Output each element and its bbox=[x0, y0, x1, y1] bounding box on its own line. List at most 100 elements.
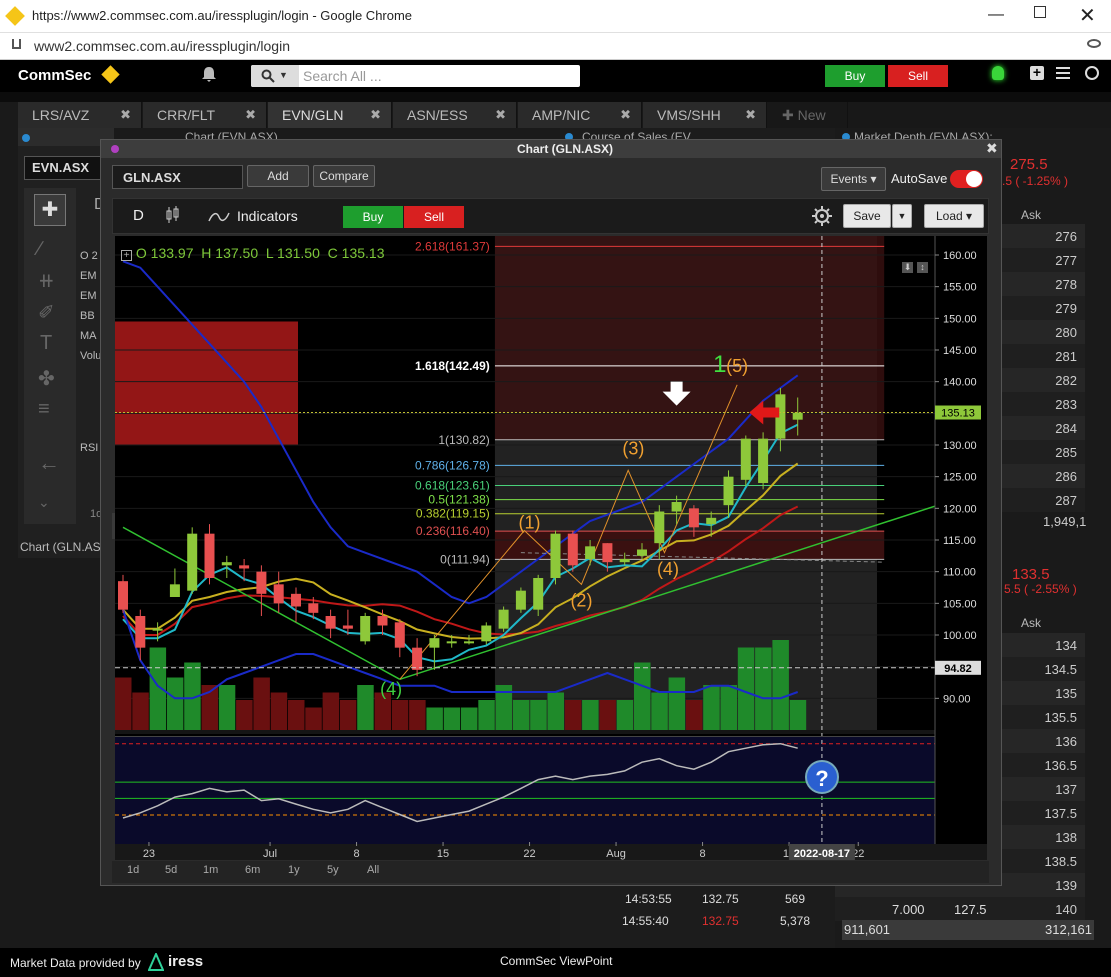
timeframe-1y[interactable]: 1y bbox=[288, 864, 300, 876]
ohlc-toggle-icon[interactable]: + bbox=[121, 250, 132, 261]
chart-buy-button[interactable]: Buy bbox=[343, 206, 403, 228]
close-window-button[interactable]: ✕ bbox=[1079, 3, 1096, 28]
tab-amp-nic[interactable]: AMP/NIC ✖ bbox=[518, 102, 642, 128]
bell-icon[interactable] bbox=[201, 66, 217, 83]
events-dropdown[interactable]: Events ▾ bbox=[821, 167, 886, 191]
candle-body bbox=[723, 476, 734, 506]
add-icon[interactable]: + bbox=[1030, 65, 1044, 80]
crosshair-tool-icon[interactable]: ✚ bbox=[34, 194, 66, 226]
close-icon[interactable]: ✖ bbox=[120, 102, 131, 128]
brush-tool-icon[interactable]: ✐ bbox=[38, 300, 55, 325]
md-bottom-last-row: 7.000 127.5 bbox=[842, 898, 1082, 920]
candle-body bbox=[135, 616, 146, 648]
commsec-diamond-icon bbox=[101, 65, 120, 84]
load-dropdown[interactable]: Load ▾ bbox=[924, 204, 984, 228]
toggle-knob bbox=[966, 171, 982, 187]
period-selector[interactable]: D bbox=[133, 207, 144, 224]
fib-label: 0.618(123.61) bbox=[415, 478, 490, 492]
tab-evn-gln[interactable]: EVN/GLN ✖ bbox=[268, 102, 392, 128]
save-button[interactable]: Save bbox=[843, 204, 891, 228]
candle-body bbox=[429, 638, 440, 648]
line-tool-icon[interactable]: ∕ bbox=[38, 238, 41, 261]
help-icon[interactable]: ? bbox=[805, 760, 839, 794]
search-type-dropdown[interactable] bbox=[251, 65, 299, 87]
pin-icon[interactable]: ↕ bbox=[917, 262, 928, 273]
candle-body bbox=[412, 647, 423, 670]
y-tick-label: 145.00 bbox=[943, 345, 977, 357]
ask-price: 136 bbox=[1055, 734, 1077, 749]
left-symbol[interactable]: EVN.ASX bbox=[32, 160, 89, 175]
candle-body bbox=[688, 508, 699, 528]
close-icon[interactable]: ✖ bbox=[245, 102, 256, 128]
candle-body bbox=[515, 590, 526, 610]
lightbulb-icon[interactable] bbox=[992, 66, 1004, 80]
search-input[interactable]: Search All ... bbox=[303, 68, 382, 84]
x-tick-label: 8 bbox=[699, 848, 705, 860]
volume-bar bbox=[634, 662, 651, 730]
ask-price: 134.5 bbox=[1044, 662, 1077, 677]
timeframe-5y[interactable]: 5y bbox=[327, 864, 339, 876]
y-tick-label: 160.00 bbox=[943, 250, 977, 262]
left-chart-tab-label[interactable]: Chart (GLN.ASX) bbox=[20, 540, 113, 554]
tab-asn-ess[interactable]: ASN/ESS ✖ bbox=[393, 102, 517, 128]
close-icon[interactable]: ✖ bbox=[745, 102, 756, 128]
top-buy-button[interactable]: Buy bbox=[825, 65, 885, 87]
new-tab-button[interactable]: ✚ New bbox=[768, 102, 848, 128]
candle-body bbox=[792, 412, 803, 420]
fib-tool-icon[interactable]: ⧺ bbox=[38, 268, 55, 293]
chevron-down-icon[interactable]: ⌄ bbox=[38, 494, 50, 511]
maximize-button[interactable] bbox=[1034, 6, 1046, 18]
close-icon[interactable]: ✖ bbox=[495, 102, 506, 128]
measure-tool-icon[interactable]: ≡ bbox=[38, 398, 50, 421]
ask-price: 138.5 bbox=[1044, 854, 1077, 869]
search-box[interactable]: ▼ Search All ... bbox=[251, 65, 580, 87]
volume-bar bbox=[564, 700, 582, 730]
indicators-button[interactable]: Indicators bbox=[237, 208, 298, 224]
autosave-toggle[interactable] bbox=[950, 170, 983, 188]
close-icon[interactable]: ✖ bbox=[620, 102, 631, 128]
chart-symbol-input[interactable]: GLN.ASX bbox=[112, 165, 243, 189]
wave-label: (5) bbox=[726, 356, 748, 376]
tab-lrs-avz[interactable]: LRS/AVZ ✖ bbox=[18, 102, 142, 128]
power-icon[interactable] bbox=[1085, 66, 1099, 80]
eye-icon[interactable] bbox=[1087, 39, 1101, 48]
candlestick-type-icon[interactable] bbox=[165, 205, 181, 225]
timeframe-1d[interactable]: 1d bbox=[127, 864, 139, 876]
volume-bar bbox=[322, 692, 340, 730]
gear-icon[interactable] bbox=[811, 205, 833, 227]
timeframe-1m[interactable]: 1m bbox=[203, 864, 218, 876]
add-button[interactable]: Add bbox=[247, 165, 309, 187]
pattern-tool-icon[interactable]: ✤ bbox=[38, 366, 55, 391]
chart-svg[interactable]: 2.618(161.37) 1.618(142.49) 1(130.82) 0.786… bbox=[115, 236, 987, 860]
top-sell-button[interactable]: Sell bbox=[888, 65, 948, 87]
back-arrow-icon[interactable]: ← bbox=[38, 450, 60, 476]
candle-body bbox=[567, 533, 578, 566]
timeframe-5d[interactable]: 5d bbox=[165, 864, 177, 876]
download-icon[interactable]: ⬇ bbox=[902, 262, 913, 273]
workspace-tabs: LRS/AVZ ✖ CRR/FLT ✖ EVN/GLN ✖ ASN/ESS ✖ AMP/… bbox=[18, 102, 1111, 128]
chart-sell-button[interactable]: Sell bbox=[404, 206, 464, 228]
compare-button[interactable]: Compare bbox=[313, 165, 375, 187]
volume-bar bbox=[339, 700, 357, 730]
ohlc-readout: + O 133.97 H 137.50 L 131.50 C 135.13 bbox=[121, 245, 384, 261]
x-tick-label: Jul bbox=[263, 848, 277, 860]
text-tool-icon[interactable]: T bbox=[40, 332, 52, 355]
candle bbox=[498, 606, 509, 632]
chart-close-button[interactable]: ✖ bbox=[986, 140, 998, 157]
timeframe-6m[interactable]: 6m bbox=[245, 864, 260, 876]
ask-price: 137.5 bbox=[1044, 806, 1077, 821]
timeframe-all[interactable]: All bbox=[367, 864, 379, 876]
ask-price: 287 bbox=[1055, 493, 1077, 508]
close-icon[interactable]: ✖ bbox=[370, 102, 381, 128]
minimize-button[interactable]: — bbox=[988, 6, 1004, 24]
ask-price: 134 bbox=[1055, 638, 1077, 653]
tab-vms-shh[interactable]: VMS/SHH ✖ bbox=[643, 102, 767, 128]
candle-body bbox=[169, 584, 180, 597]
volume-bar bbox=[166, 677, 184, 730]
md-top-change: .5 ( -1.25% ) bbox=[1002, 174, 1069, 188]
menu-icon-middle-bar bbox=[1056, 72, 1070, 74]
save-dropdown-button[interactable]: ▼ bbox=[892, 204, 912, 228]
url-text[interactable]: www2.commsec.com.au/iressplugin/login bbox=[34, 38, 290, 54]
tab-crr-flt[interactable]: CRR/FLT ✖ bbox=[143, 102, 267, 128]
chrome-favicon-icon bbox=[5, 6, 25, 26]
